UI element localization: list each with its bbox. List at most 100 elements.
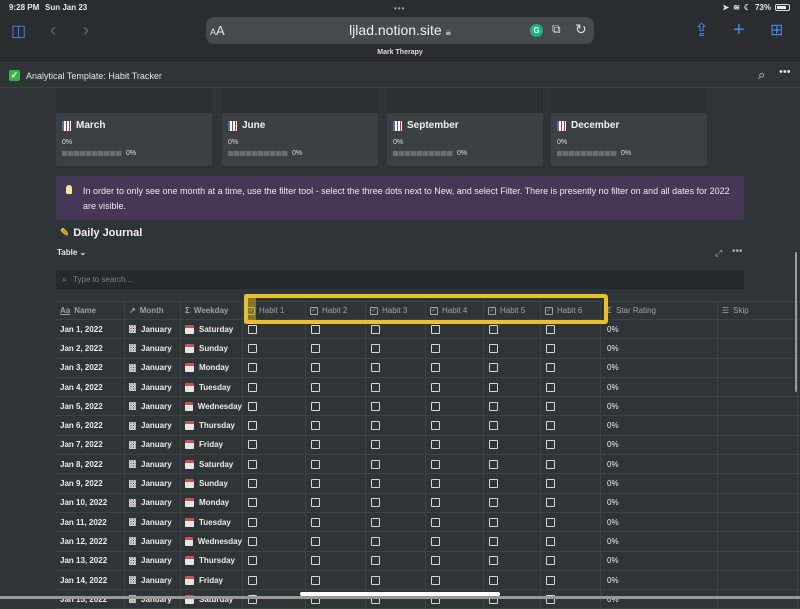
habit-checkbox[interactable] [371, 536, 380, 546]
habit-checkbox[interactable] [431, 575, 440, 585]
habit-checkbox[interactable] [311, 324, 320, 334]
cell-weekday[interactable]: Thursday [181, 416, 243, 435]
cell-weekday[interactable]: Tuesday [181, 377, 243, 397]
cell-star-rating[interactable]: 0% [601, 339, 718, 358]
cell-skip[interactable] [718, 455, 798, 474]
habit-checkbox[interactable] [431, 556, 440, 566]
cell-skip[interactable] [718, 320, 798, 339]
cell-skip[interactable] [718, 512, 798, 532]
cell-month[interactable]: January [125, 493, 181, 512]
column-header-habit-6[interactable]: ✓ Habit 6 [541, 302, 601, 319]
habit-checkbox[interactable] [489, 421, 498, 431]
column-header-weekday[interactable]: Σ Weekday [181, 302, 243, 319]
search-input[interactable] [73, 273, 673, 286]
habit-checkbox[interactable] [248, 363, 257, 373]
column-header-star-rating[interactable]: Σ Star Rating [601, 302, 718, 319]
habit-checkbox[interactable] [371, 421, 380, 431]
column-header-month[interactable]: ↗ Month [125, 302, 181, 319]
habit-checkbox[interactable] [546, 440, 555, 450]
habit-checkbox[interactable] [431, 343, 440, 353]
extension-icon[interactable]: ⧉ [552, 22, 561, 37]
cell-name[interactable]: Jan 13, 2022 [56, 551, 125, 570]
cell-name[interactable]: Jan 4, 2022 [56, 377, 125, 397]
habit-checkbox[interactable] [489, 343, 498, 353]
cell-skip[interactable] [718, 397, 798, 416]
table-row[interactable]: Jan 5, 2022 January Wednesday 0% [56, 397, 800, 417]
habit-checkbox[interactable] [248, 324, 257, 334]
cell-name[interactable]: Jan 1, 2022 [56, 320, 125, 339]
horizontal-scrollbar[interactable] [0, 596, 800, 599]
habit-checkbox[interactable] [489, 479, 498, 489]
habit-checkbox[interactable] [546, 382, 555, 392]
cell-star-rating[interactable]: 0% [601, 358, 718, 377]
reload-icon[interactable]: ↻ [575, 21, 587, 38]
habit-checkbox[interactable] [489, 363, 498, 373]
cell-skip[interactable] [718, 416, 798, 435]
month-card[interactable]: December 0% 0% [551, 113, 707, 166]
column-header-skip[interactable]: ☰ Skip [718, 302, 798, 319]
cell-name[interactable]: Jan 12, 2022 [56, 532, 125, 551]
cell-name[interactable]: Jan 5, 2022 [56, 397, 125, 416]
cell-name[interactable]: Jan 9, 2022 [56, 474, 125, 493]
cell-month[interactable]: January [125, 455, 181, 474]
habit-checkbox[interactable] [431, 517, 440, 527]
cell-month[interactable]: January [125, 416, 181, 435]
habit-checkbox[interactable] [489, 556, 498, 566]
cell-star-rating[interactable]: 0% [601, 590, 718, 609]
column-header-habit-1[interactable]: ✓ Habit 1 [243, 302, 306, 319]
cell-weekday[interactable]: Monday [181, 358, 243, 377]
cell-weekday[interactable]: Friday [181, 570, 243, 590]
cell-skip[interactable] [718, 532, 798, 551]
habit-checkbox[interactable] [546, 536, 555, 546]
cell-star-rating[interactable]: 0% [601, 551, 718, 570]
habit-checkbox[interactable] [431, 440, 440, 450]
habit-checkbox[interactable] [546, 556, 555, 566]
habit-checkbox[interactable] [489, 498, 498, 508]
month-card[interactable]: June 0% 0% [222, 113, 378, 166]
view-more-icon[interactable]: ••• [732, 246, 743, 257]
cell-weekday[interactable]: Wednesday [181, 397, 243, 416]
cell-name[interactable]: Jan 8, 2022 [56, 455, 125, 474]
habit-checkbox[interactable] [489, 440, 498, 450]
habit-checkbox[interactable] [311, 382, 320, 392]
table-row[interactable]: Jan 2, 2022 January Sunday 0% [56, 339, 800, 359]
column-header-habit-3[interactable]: ✓ Habit 3 [366, 302, 426, 319]
habit-checkbox[interactable] [489, 324, 498, 334]
cell-month[interactable]: January [125, 590, 181, 609]
cell-weekday[interactable]: Sunday [181, 474, 243, 493]
habit-checkbox[interactable] [489, 401, 498, 411]
table-row[interactable]: Jan 1, 2022 January Saturday 0% [56, 320, 800, 340]
cell-month[interactable]: January [125, 570, 181, 590]
cell-name[interactable]: Jan 7, 2022 [56, 435, 125, 455]
habit-checkbox[interactable] [248, 479, 257, 489]
habit-checkbox[interactable] [371, 440, 380, 450]
habit-checkbox[interactable] [311, 556, 320, 566]
cell-month[interactable]: January [125, 474, 181, 493]
habit-checkbox[interactable] [248, 575, 257, 585]
habit-checkbox[interactable] [248, 536, 257, 546]
habit-checkbox[interactable] [248, 556, 257, 566]
cell-skip[interactable] [718, 551, 798, 570]
table-row[interactable]: Jan 11, 2022 January Tuesday 0% [56, 512, 800, 533]
habit-checkbox[interactable] [546, 324, 555, 334]
column-header-name[interactable]: Aa Name [56, 302, 125, 319]
cell-star-rating[interactable]: 0% [601, 455, 718, 474]
month-card[interactable]: September 0% 0% [387, 113, 543, 166]
habit-checkbox[interactable] [489, 536, 498, 546]
cell-month[interactable]: January [125, 339, 181, 358]
cell-weekday[interactable]: Thursday [181, 551, 243, 570]
cell-month[interactable]: January [125, 358, 181, 377]
habit-checkbox[interactable] [431, 536, 440, 546]
habit-checkbox[interactable] [431, 401, 440, 411]
habit-checkbox[interactable] [371, 343, 380, 353]
cell-star-rating[interactable]: 0% [601, 416, 718, 435]
habit-checkbox[interactable] [248, 421, 257, 431]
habit-checkbox[interactable] [489, 575, 498, 585]
habit-checkbox[interactable] [311, 498, 320, 508]
habit-checkbox[interactable] [248, 459, 257, 469]
table-row[interactable]: Jan 4, 2022 January Tuesday 0% [56, 377, 800, 398]
tab-title[interactable]: Mark Therapy [0, 49, 800, 56]
cell-skip[interactable] [718, 590, 798, 609]
expand-icon[interactable]: ⤢ [715, 248, 722, 259]
cell-name[interactable]: Jan 10, 2022 [56, 493, 125, 512]
